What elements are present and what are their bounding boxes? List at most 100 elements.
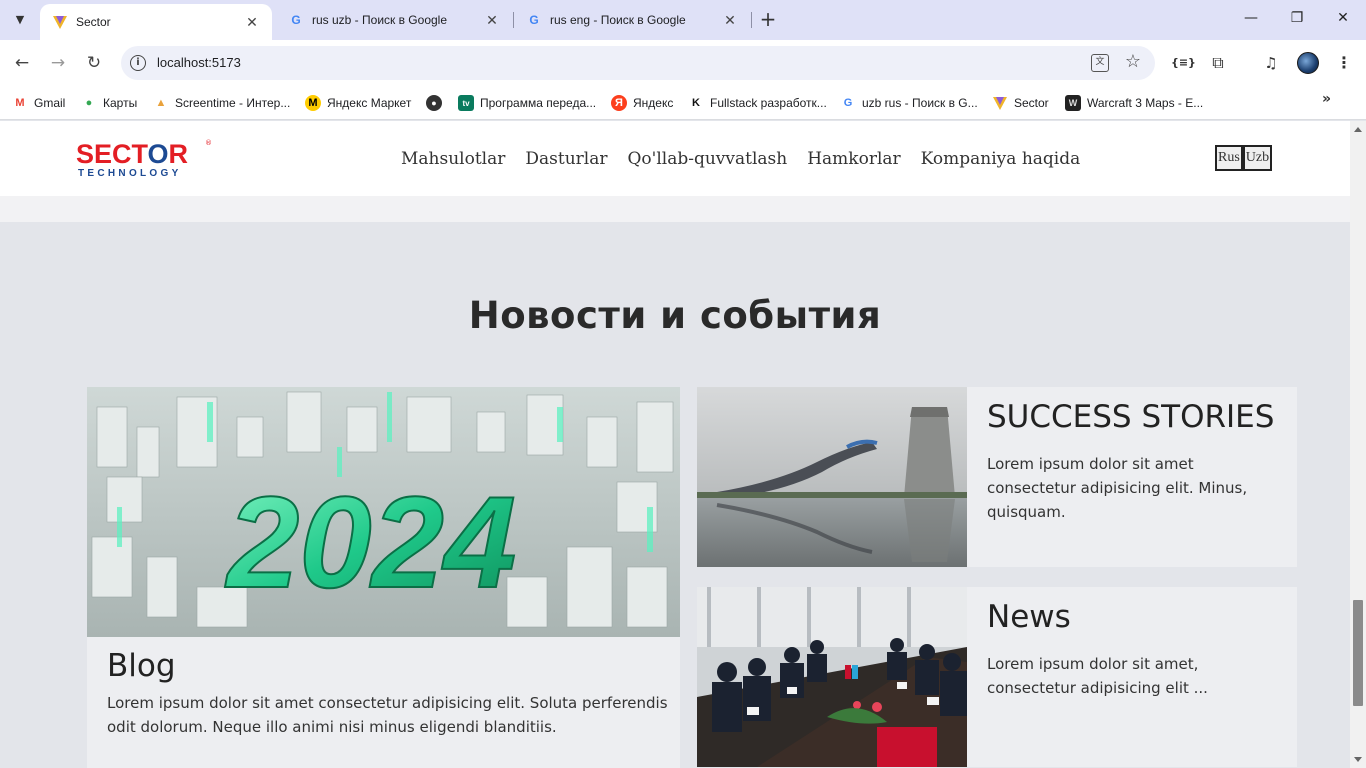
bookmark-globe[interactable]: ● xyxy=(426,92,448,114)
news-image xyxy=(697,587,967,767)
page-viewport: SECTOR ® TECHNOLOGY Mahsulotlar Dasturla… xyxy=(0,121,1350,768)
lang-rus-button[interactable]: Rus xyxy=(1215,145,1243,171)
card-title: SUCCESS STORIES xyxy=(987,399,1275,435)
blog-card[interactable]: 2024 Blog Lorem ipsum dolor sit amet con… xyxy=(87,387,680,768)
maps-icon: ● xyxy=(85,97,93,109)
sector-logo[interactable]: SECTOR ® TECHNOLOGY xyxy=(76,139,216,181)
bookmark-label: Warcraft 3 Maps - E... xyxy=(1087,96,1204,110)
nav-item-about[interactable]: Kompaniya haqida xyxy=(921,149,1081,169)
site-header: SECTOR ® TECHNOLOGY Mahsulotlar Dasturla… xyxy=(0,121,1350,196)
card-title: News xyxy=(987,599,1071,635)
browser-toolbar: ← → ↻ i localhost:5173 文 ☆ {≡} ⧉ ♫ ⋮ xyxy=(0,40,1366,86)
blog-text: Lorem ipsum dolor sit amet consectetur a… xyxy=(107,694,668,736)
bookmark-yandex[interactable]: Я Яндекс xyxy=(611,92,673,114)
blog-image: 2024 xyxy=(87,387,680,637)
screentime-icon: ▲ xyxy=(155,97,167,109)
google-icon: G xyxy=(291,13,301,27)
tv-icon: tv xyxy=(458,95,474,111)
yandex-icon: Я xyxy=(611,95,627,111)
window-close-icon[interactable]: ✕ xyxy=(1333,10,1353,30)
translate-icon[interactable]: 文 xyxy=(1091,54,1109,72)
logo-subtitle: TECHNOLOGY xyxy=(78,168,182,179)
card-text: Lorem ipsum dolor sit amet consectetur a… xyxy=(987,455,1248,521)
tab-title: rus uzb - Поиск в Google xyxy=(312,13,448,27)
tab-strip: ▼ Sector ✕ G rus uzb - Поиск в Google ✕ … xyxy=(0,0,1366,40)
minimize-icon[interactable]: — xyxy=(1241,10,1261,30)
nav-item-products[interactable]: Mahsulotlar xyxy=(401,149,505,169)
google-icon: G xyxy=(843,97,853,109)
bookmark-label: Яндекс xyxy=(633,96,674,110)
extensions-puzzle-icon[interactable]: ⧉ xyxy=(1207,52,1229,74)
bookmark-label: Программа переда... xyxy=(480,96,597,110)
sector-favicon-icon xyxy=(52,14,68,30)
scroll-up-icon[interactable] xyxy=(1354,127,1362,132)
gmail-icon: M xyxy=(15,97,25,109)
json-viewer-extension-icon[interactable]: {≡} xyxy=(1171,52,1196,74)
bookmark-warcraft[interactable]: W Warcraft 3 Maps - E... xyxy=(1065,92,1203,114)
site-info-icon[interactable]: i xyxy=(130,55,146,71)
warcraft-icon: W xyxy=(1065,95,1081,111)
tab-search-chevron-icon[interactable]: ▼ xyxy=(8,7,32,31)
more-bookmarks-chevron-icon[interactable]: » xyxy=(1322,91,1331,107)
bookmark-label: Fullstack разработк... xyxy=(710,96,827,110)
tab-rus-eng[interactable]: G rus eng - Поиск в Google ✕ xyxy=(514,0,750,40)
restore-icon[interactable]: ❐ xyxy=(1287,10,1307,30)
page-scrollbar[interactable] xyxy=(1350,121,1366,768)
forward-icon[interactable]: → xyxy=(47,52,69,74)
bookmark-maps[interactable]: ● Карты xyxy=(81,92,138,114)
nav-item-partners[interactable]: Hamkorlar xyxy=(807,149,900,169)
language-switcher: Rus Uzb xyxy=(1215,145,1273,171)
nav-item-programs[interactable]: Dasturlar xyxy=(525,149,607,169)
close-icon[interactable]: ✕ xyxy=(244,14,260,30)
tab-rus-uzb[interactable]: G rus uzb - Поиск в Google ✕ xyxy=(276,0,512,40)
close-icon[interactable]: ✕ xyxy=(484,12,500,28)
address-bar[interactable]: i localhost:5173 文 ☆ xyxy=(121,46,1155,80)
blog-title: Blog xyxy=(107,648,176,684)
bookmark-tv-program[interactable]: tv Программа переда... xyxy=(458,92,596,114)
new-tab-icon[interactable]: + xyxy=(758,9,778,30)
profile-avatar[interactable] xyxy=(1297,52,1319,74)
bookmark-uzb-rus[interactable]: G uzb rus - Поиск в G... xyxy=(840,92,978,114)
yandex-market-icon: M xyxy=(305,95,321,111)
section-title: Новости и события xyxy=(468,294,882,337)
logo-registered-mark: ® xyxy=(205,139,212,147)
success-stories-card[interactable]: SUCCESS STORIES Lorem ipsum dolor sit am… xyxy=(697,387,1297,567)
bookmark-label: Карты xyxy=(103,96,138,110)
bookmark-star-icon[interactable]: ☆ xyxy=(1125,51,1141,72)
k-icon: K xyxy=(692,97,700,109)
menu-kebab-icon[interactable]: ⋮ xyxy=(1333,52,1355,74)
bookmark-yandex-market[interactable]: M Яндекс Маркет xyxy=(305,92,411,114)
bookmark-label: uzb rus - Поиск в G... xyxy=(862,96,978,110)
bookmarks-bar: M Gmail ● Карты ▲ Screentime - Интер... … xyxy=(0,86,1366,120)
reload-icon[interactable]: ↻ xyxy=(83,52,105,74)
blog-image-2024-text: 2024 xyxy=(224,469,516,615)
bookmark-fullstack[interactable]: K Fullstack разработк... xyxy=(688,92,827,114)
close-icon[interactable]: ✕ xyxy=(722,12,738,28)
scroll-down-icon[interactable] xyxy=(1354,757,1362,762)
bookmark-sector[interactable]: Sector xyxy=(992,92,1049,114)
tab-title: rus eng - Поиск в Google xyxy=(550,13,686,27)
success-stories-image xyxy=(697,387,967,567)
globe-icon: ● xyxy=(426,95,442,111)
sector-icon xyxy=(992,95,1008,111)
bookmark-label: Screentime - Интер... xyxy=(175,96,291,110)
media-control-icon[interactable]: ♫ xyxy=(1260,52,1282,74)
tab-sector[interactable]: Sector ✕ xyxy=(40,4,272,40)
bookmark-label: Яндекс Маркет xyxy=(327,96,412,110)
bookmark-screentime[interactable]: ▲ Screentime - Интер... xyxy=(153,92,291,114)
tab-separator xyxy=(751,12,752,28)
bookmark-label: Gmail xyxy=(34,96,66,110)
scrollbar-thumb[interactable] xyxy=(1353,600,1363,706)
url-text[interactable]: localhost:5173 xyxy=(157,55,241,70)
lang-uzb-button[interactable]: Uzb xyxy=(1242,145,1273,171)
card-text: Lorem ipsum dolor sit amet, consectetur … xyxy=(987,655,1208,697)
news-card[interactable]: News Lorem ipsum dolor sit amet, consect… xyxy=(697,587,1297,767)
logo-wordmark: SECTOR xyxy=(76,139,189,169)
back-icon[interactable]: ← xyxy=(11,52,33,74)
bookmark-label: Sector xyxy=(1014,96,1049,110)
bookmark-gmail[interactable]: M Gmail xyxy=(12,92,65,114)
main-nav: Mahsulotlar Dasturlar Qo'llab-quvvatlash… xyxy=(401,149,1080,169)
header-strip xyxy=(0,196,1350,222)
nav-item-support[interactable]: Qo'llab-quvvatlash xyxy=(627,149,787,169)
google-icon: G xyxy=(529,13,539,27)
